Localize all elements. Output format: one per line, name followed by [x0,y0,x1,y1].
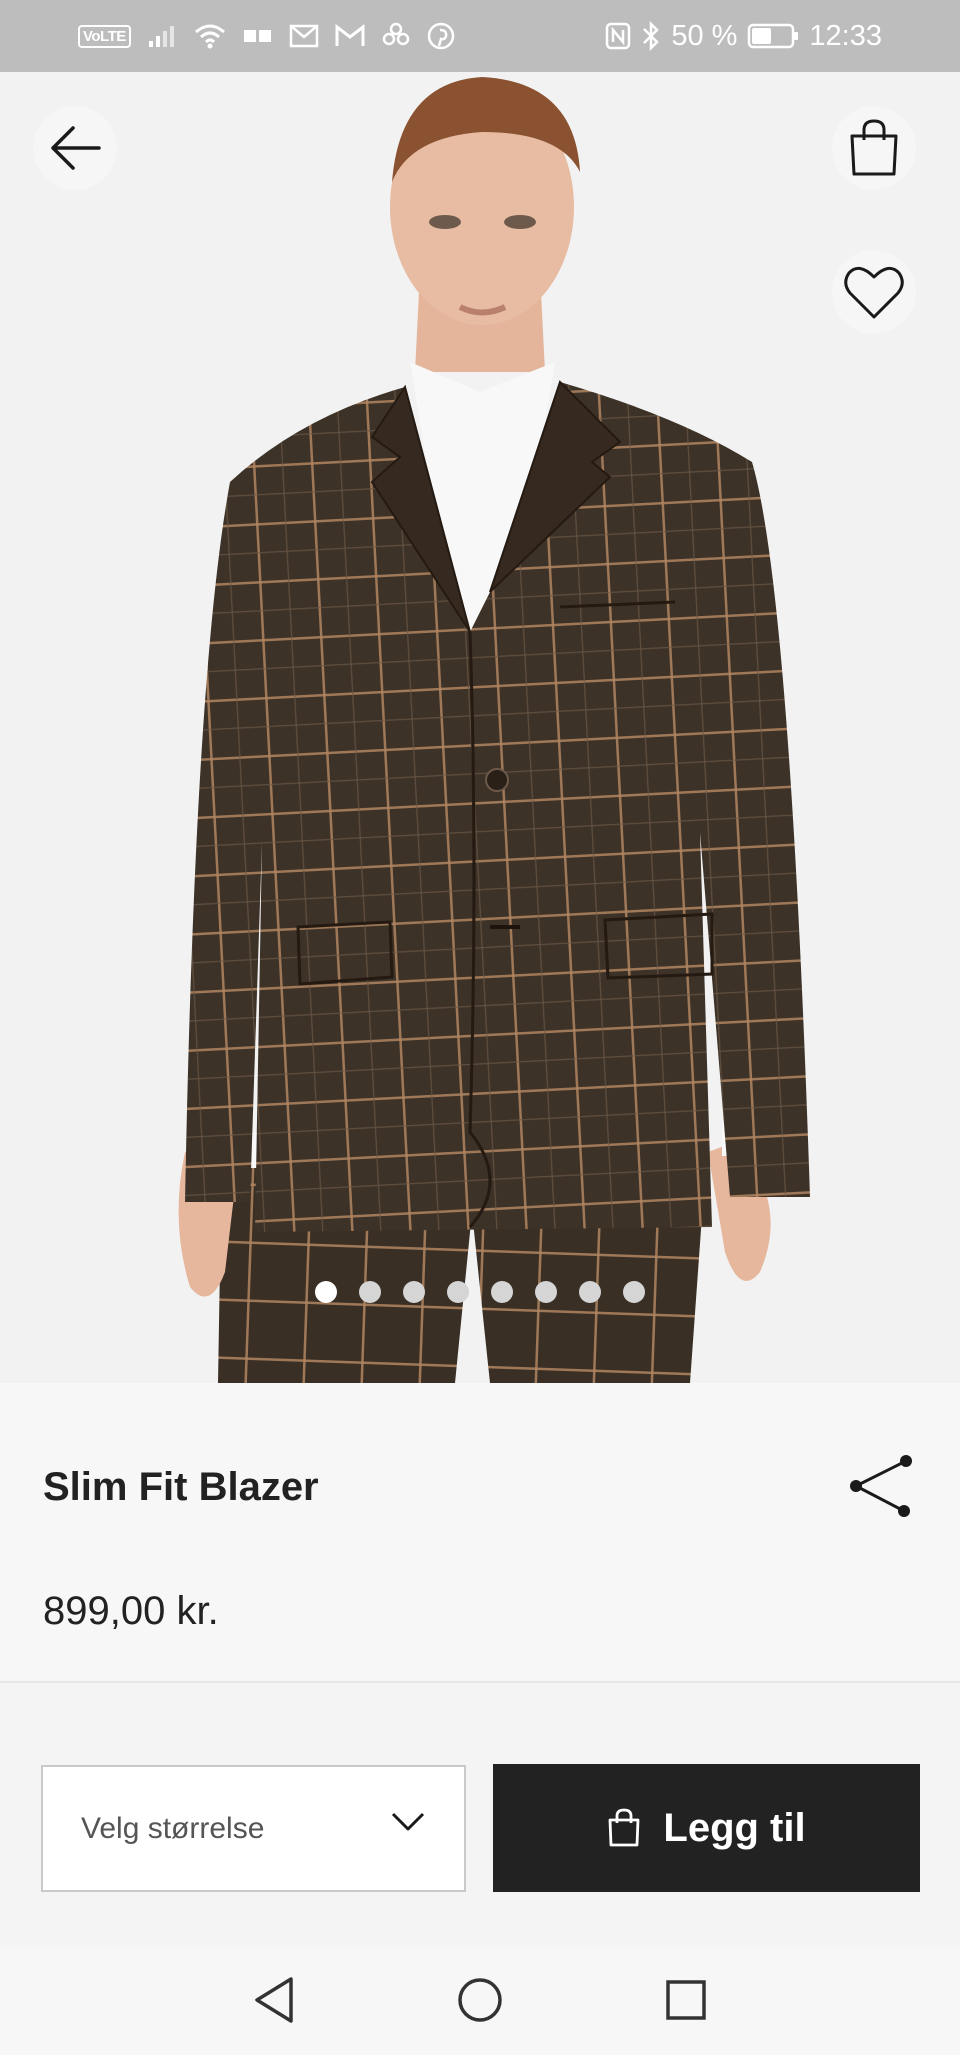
carousel-dot[interactable] [491,1281,513,1303]
status-right-icons: 50 % 12:33 [605,18,882,54]
bluetooth-icon [641,21,661,51]
product-title: Slim Fit Blazer [43,1465,319,1509]
nav-home-button[interactable] [437,1957,523,2043]
carousel-dot[interactable] [623,1281,645,1303]
share-button[interactable] [848,1453,914,1519]
add-to-cart-button[interactable]: Legg til [493,1764,920,1892]
pinwheel-icon [381,21,411,51]
carousel-dot[interactable] [403,1281,425,1303]
carousel-dot[interactable] [535,1281,557,1303]
carousel-dot[interactable] [359,1281,381,1303]
carousel-indicator [0,1281,960,1303]
status-left-icons: VoLTE [78,18,455,54]
product-screen: VoLTE 50 % 12:33 Slim Fit Blazer 899,00 … [0,0,960,2055]
share-icon [850,1455,912,1517]
volte-icon: VoLTE [78,24,131,48]
arrow-left-icon [51,126,101,170]
wifi-icon [193,22,227,50]
status-bar: VoLTE 50 % 12:33 [0,0,960,72]
sim-icon [243,26,273,46]
size-select[interactable]: Velg størrelse [41,1765,466,1892]
nfc-icon [605,22,631,50]
add-to-cart-label: Legg til [663,1805,806,1850]
carousel-dot[interactable] [447,1281,469,1303]
battery-percent: 50 % [671,19,738,52]
clock: 12:33 [809,19,882,52]
product-photo [178,77,810,1383]
product-info: Slim Fit Blazer 899,00 kr. [0,1383,960,1683]
heart-icon [844,266,904,319]
battery-icon [747,22,799,50]
back-button[interactable] [33,106,117,190]
favorite-button[interactable] [832,250,916,334]
chevron-down-icon [391,1812,425,1831]
nav-recents-button[interactable] [643,1957,729,2043]
signal-icon [147,23,177,49]
carousel-dot[interactable] [315,1281,337,1303]
square-recents-icon [666,1980,706,2020]
mail-icon [289,22,319,50]
shopping-bag-icon [608,1808,640,1847]
purchase-actions: Velg størrelse Legg til [0,1685,960,1945]
gmail-icon [335,24,365,48]
carousel-dot[interactable] [579,1281,601,1303]
triangle-back-icon [255,1977,293,2023]
pinterest-icon [427,22,455,50]
product-price: 899,00 kr. [43,1589,219,1633]
size-select-label: Velg størrelse [81,1811,265,1845]
nav-back-button[interactable] [231,1957,317,2043]
system-nav-bar [0,1945,960,2055]
cart-button[interactable] [832,106,916,190]
circle-home-icon [458,1978,502,2022]
product-image-carousel[interactable] [0,72,960,1383]
shopping-bag-icon [850,119,898,176]
